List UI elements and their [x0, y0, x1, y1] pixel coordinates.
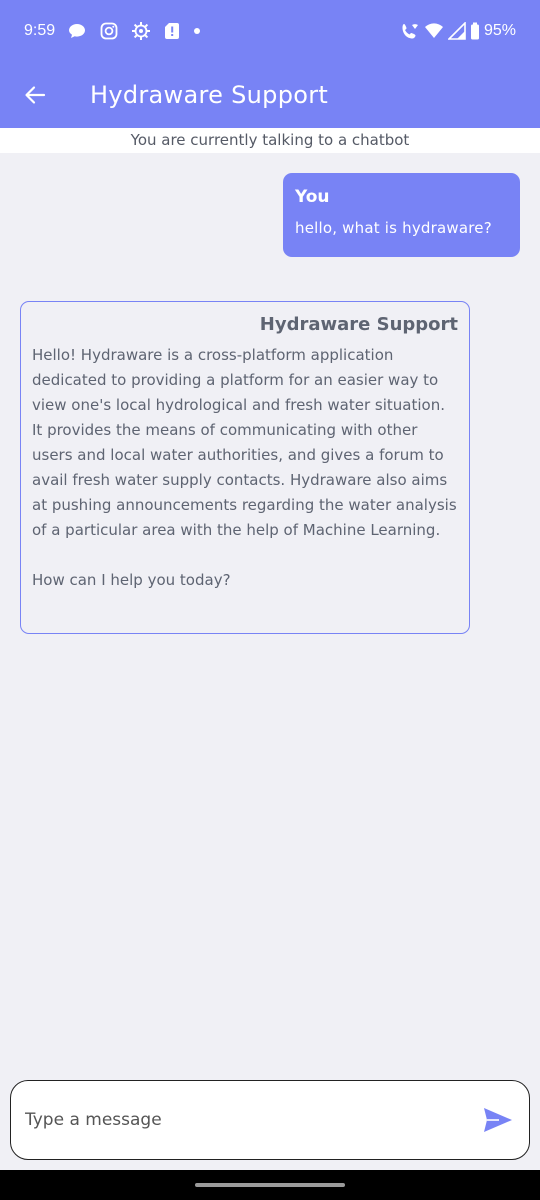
status-left-icons	[67, 21, 201, 41]
message-input[interactable]	[25, 1110, 481, 1130]
home-gesture-handle[interactable]	[195, 1183, 345, 1187]
dot-icon	[194, 28, 201, 34]
signal-icon	[447, 22, 466, 40]
wifi-icon	[424, 23, 443, 38]
message-sender: Hydraware Support	[259, 314, 458, 335]
wifi-calling-icon	[402, 24, 418, 39]
status-bar: 9:59 95%	[0, 0, 540, 62]
battery-percentage: 95%	[483, 22, 516, 39]
message-text: Hello! Hydraware is a cross-platform app…	[32, 346, 457, 589]
notification-alert-icon	[165, 23, 180, 39]
send-button[interactable]	[481, 1103, 515, 1137]
status-time: 9:59	[24, 22, 56, 39]
message-composer	[10, 1080, 530, 1160]
app-bar: Hydraware Support	[0, 62, 540, 128]
chat-bubble-icon	[69, 24, 86, 38]
chatbot-notice-banner: You are currently talking to a chatbot	[0, 128, 540, 153]
instagram-icon	[100, 22, 118, 40]
battery-icon	[470, 22, 479, 40]
arrow-left-icon	[25, 86, 46, 104]
back-button[interactable]	[0, 62, 70, 128]
settings-gear-icon	[132, 22, 151, 40]
status-right-icons: 95%	[400, 21, 516, 41]
system-navigation-bar	[0, 1170, 540, 1200]
send-icon	[484, 1108, 512, 1132]
bot-message-bubble: Hydraware Support Hello! Hydraware is a …	[20, 301, 470, 634]
message-sender: You	[295, 187, 330, 207]
page-title: Hydraware Support	[90, 81, 329, 109]
message-text: hello, what is hydraware?	[295, 219, 492, 237]
user-message-bubble: You hello, what is hydraware?	[283, 173, 520, 257]
